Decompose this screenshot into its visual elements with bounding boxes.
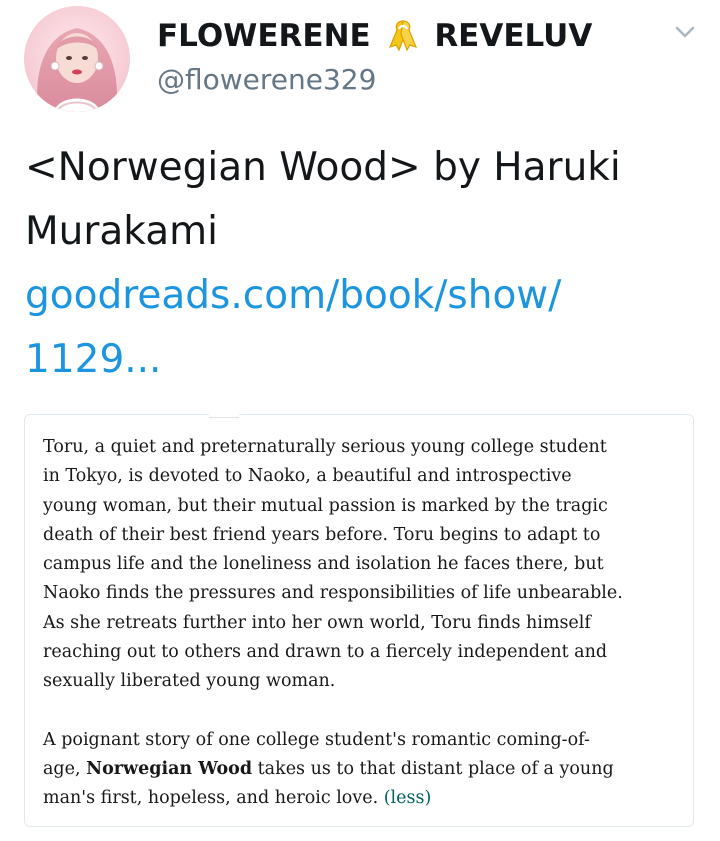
description-line: reaching out to others and drawn to a fi…	[43, 642, 608, 663]
link-preview-card[interactable]: Toru, a quiet and preternaturally seriou…	[24, 413, 694, 827]
description-line: As she retreats further into her own wor…	[43, 612, 591, 633]
description-text: takes us to that distant place of a youn…	[252, 758, 614, 779]
avatar-image	[24, 6, 130, 112]
description-line: man's first, hopeless, and heroic love. …	[43, 784, 683, 813]
book-description: Toru, a quiet and preternaturally seriou…	[43, 433, 683, 814]
description-line: Naoko finds the pressures and responsibi…	[43, 583, 623, 604]
description-text: age,	[43, 758, 87, 779]
description-line: in Tokyo, is devoted to Naoko, a beautif…	[43, 466, 572, 487]
description-line: young woman, but their mutual passion is…	[43, 495, 608, 516]
less-link[interactable]: (less)	[384, 788, 432, 808]
description-paragraph-2: A poignant story of one college student'…	[43, 726, 683, 814]
tweet-text: <Norwegian Wood> by Haruki Murakami	[25, 136, 705, 264]
tweet-text-line1: <Norwegian Wood> by Haruki	[25, 145, 621, 190]
description-line: sexually liberated young woman.	[43, 671, 336, 692]
card-notch	[209, 413, 239, 418]
tweet-link-line2: 1129...	[25, 337, 162, 382]
tweet-link-line1: goodreads.com/book/show/	[25, 273, 562, 318]
display-name[interactable]: FLOWERENE REVELUV	[157, 14, 592, 58]
description-paragraph-1: Toru, a quiet and preternaturally seriou…	[43, 433, 683, 697]
description-line: age, Norwegian Wood takes us to that dis…	[43, 755, 683, 784]
description-line: death of their best friend years before.…	[43, 524, 601, 545]
yellow-ribbon-icon	[384, 17, 422, 52]
description-text: man's first, hopeless, and heroic love.	[43, 788, 384, 809]
tweet-text-line2: Murakami	[25, 209, 218, 254]
display-name-part2: REVELUV	[434, 18, 593, 54]
description-line: campus life and the loneliness and isola…	[43, 554, 604, 575]
book-title-bold: Norwegian Wood	[86, 758, 253, 779]
avatar[interactable]	[24, 6, 130, 112]
description-line: Toru, a quiet and preternaturally seriou…	[43, 437, 607, 457]
user-handle[interactable]: @flowerene329	[157, 60, 376, 100]
description-line: A poignant story of one college student'…	[43, 729, 590, 750]
chevron-down-icon[interactable]	[674, 24, 696, 38]
display-name-part1: FLOWERENE	[157, 18, 371, 54]
tweet-link[interactable]: goodreads.com/book/show/ 1129...	[25, 264, 705, 392]
